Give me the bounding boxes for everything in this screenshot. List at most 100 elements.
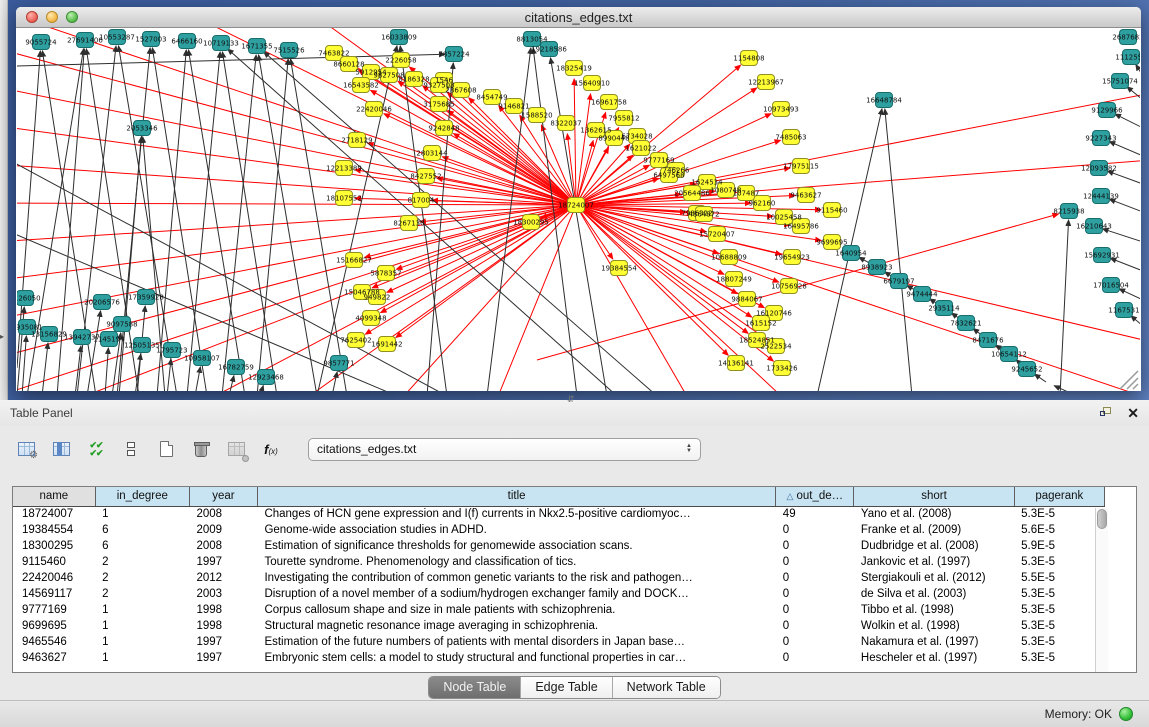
graph-edge[interactable] bbox=[42, 343, 48, 391]
graph-edge[interactable] bbox=[1060, 220, 1069, 391]
graph-edge[interactable] bbox=[187, 52, 220, 391]
column-header-pagerank[interactable]: pagerank bbox=[1014, 487, 1104, 506]
graph-edge[interactable] bbox=[1103, 229, 1140, 242]
graph-edge[interactable] bbox=[260, 386, 263, 391]
network-table-select[interactable]: citations_edges.txt ▲▼ bbox=[308, 438, 701, 461]
table-tab-bar: Node TableEdge TableNetwork Table bbox=[0, 676, 1149, 699]
graph-edge[interactable] bbox=[222, 52, 277, 391]
minimize-window-button[interactable] bbox=[46, 11, 58, 23]
table-cell: Tibbo et al. (1998) bbox=[854, 602, 1014, 618]
graph-edge[interactable] bbox=[195, 367, 200, 391]
table-cell: 5.3E-5 bbox=[1014, 586, 1104, 602]
graph-edge[interactable] bbox=[332, 372, 337, 391]
table-cell: Wolkin et al. (1998) bbox=[854, 618, 1014, 634]
graph-edge[interactable] bbox=[1115, 114, 1140, 128]
graph-edge[interactable] bbox=[576, 205, 728, 355]
graph-edge[interactable] bbox=[1109, 142, 1140, 156]
graph-node-label: 1621022 bbox=[625, 145, 656, 153]
graph-edge[interactable] bbox=[17, 54, 445, 66]
column-header-title[interactable]: title bbox=[257, 487, 775, 506]
tab-edge-table[interactable]: Edge Table bbox=[521, 677, 612, 698]
graph-edge[interactable] bbox=[1109, 199, 1140, 212]
column-header-short[interactable]: short bbox=[854, 487, 1014, 506]
graph-node-label: 18107552 bbox=[326, 195, 362, 203]
graph-edge[interactable] bbox=[105, 348, 108, 391]
graph-edge[interactable] bbox=[1054, 386, 1077, 391]
table-scrollbar[interactable] bbox=[1095, 508, 1108, 672]
window-resize-grip[interactable] bbox=[1120, 371, 1138, 389]
graph-edge[interactable] bbox=[188, 50, 245, 391]
table-cell: Jankovic et al. (1997) bbox=[854, 554, 1014, 570]
scrollbar-thumb[interactable] bbox=[1097, 509, 1107, 529]
graph-edge[interactable] bbox=[576, 205, 1140, 391]
table-cell: Dudbridge et al. (2008) bbox=[854, 538, 1014, 554]
graph-node-label: 15640910 bbox=[574, 80, 610, 88]
table-mode-button[interactable]: ⚙ bbox=[14, 437, 38, 461]
graph-edge[interactable] bbox=[222, 55, 256, 391]
graph-node-label: 17359928 bbox=[128, 294, 164, 302]
column-header-out_de[interactable]: △out_de… bbox=[776, 487, 854, 506]
graph-edge[interactable] bbox=[576, 94, 591, 205]
graph-node-label: 16782759 bbox=[218, 364, 254, 372]
column-header-in_degree[interactable]: in_degree bbox=[95, 487, 189, 506]
graph-edge[interactable] bbox=[885, 109, 912, 391]
graph-edge[interactable] bbox=[1127, 87, 1140, 100]
table-row[interactable]: 2242004622012Investigating the contribut… bbox=[13, 570, 1105, 586]
graph-edge[interactable] bbox=[576, 205, 1140, 348]
network-window-titlebar[interactable]: citations_edges.txt bbox=[16, 7, 1141, 28]
graph-edge[interactable] bbox=[157, 50, 186, 391]
table-cell: 1 bbox=[95, 506, 189, 522]
column-header-name[interactable]: name bbox=[13, 487, 95, 506]
table-cell: Yano et al. (2008) bbox=[854, 506, 1014, 522]
delete-column-button[interactable] bbox=[189, 437, 213, 461]
table-row[interactable]: 977716911998Corpus callosum shape and si… bbox=[13, 602, 1105, 618]
table-row[interactable]: 911546021997Tourette syndrome. Phenomeno… bbox=[13, 554, 1105, 570]
control-panel-collapsed-strip[interactable]: ▸ bbox=[0, 0, 8, 400]
graph-edge[interactable] bbox=[1131, 316, 1140, 326]
network-canvas[interactable]: 1872400790557242769140610553287152700364… bbox=[17, 28, 1140, 391]
graph-node-label: 17016504 bbox=[1093, 282, 1129, 290]
graph-edge[interactable] bbox=[365, 205, 576, 257]
function-builder-button[interactable]: f(x) bbox=[259, 437, 283, 461]
graph-edge[interactable] bbox=[22, 336, 26, 391]
graph-edge[interactable] bbox=[1119, 289, 1140, 300]
close-window-button[interactable] bbox=[26, 11, 38, 23]
graph-node-label: 1527003 bbox=[135, 36, 166, 44]
graph-edge[interactable] bbox=[1034, 374, 1046, 382]
table-cell: 5.3E-5 bbox=[1014, 554, 1104, 570]
citation-network-graph[interactable]: 1872400790557242769140610553287152700364… bbox=[17, 28, 1140, 391]
memory-status-dot bbox=[1119, 707, 1133, 721]
table-cell: 2 bbox=[95, 554, 189, 570]
graph-edge[interactable] bbox=[17, 203, 576, 205]
graph-edge[interactable] bbox=[1136, 65, 1140, 76]
graph-edge[interactable] bbox=[574, 79, 576, 205]
table-row[interactable]: 946554611997Estimation of the future num… bbox=[13, 634, 1105, 650]
float-panel-icon[interactable] bbox=[1100, 407, 1113, 419]
table-row[interactable]: 1830029562008Estimation of significance … bbox=[13, 538, 1105, 554]
table-row[interactable]: 969969511998Structural magnetic resonanc… bbox=[13, 618, 1105, 634]
column-visibility-button[interactable] bbox=[49, 437, 73, 461]
table-row[interactable]: 1872400712008Changes of HCN gene express… bbox=[13, 506, 1105, 522]
disabled-table-icon bbox=[228, 442, 245, 456]
graph-edge[interactable] bbox=[576, 88, 1140, 205]
zoom-window-button[interactable] bbox=[66, 11, 78, 23]
graph-node-label: 10756928 bbox=[771, 283, 807, 291]
table-row[interactable]: 1456911722003Disruption of a novel membe… bbox=[13, 586, 1105, 602]
table-cell: 22420046 bbox=[13, 570, 95, 586]
table-cell: Estimation of significance thresholds fo… bbox=[257, 538, 775, 554]
tab-network-table[interactable]: Network Table bbox=[613, 677, 720, 698]
graph-edge[interactable] bbox=[1110, 258, 1140, 271]
graph-edge[interactable] bbox=[1107, 171, 1140, 184]
close-panel-icon[interactable]: ✕ bbox=[1127, 406, 1139, 420]
column-header-year[interactable]: year bbox=[189, 487, 257, 506]
table-row[interactable]: 1938455462009Genome-wide association stu… bbox=[13, 522, 1105, 538]
select-all-columns-button[interactable]: ✔✔✔✔ bbox=[84, 437, 108, 461]
panel-expand-arrow-icon[interactable]: ▸ bbox=[0, 332, 4, 341]
create-column-button[interactable] bbox=[154, 437, 178, 461]
table-row[interactable]: 946362711997Embryonic stem cells: a mode… bbox=[13, 650, 1105, 666]
row-height-button[interactable] bbox=[119, 437, 143, 461]
table-cell: 5.3E-5 bbox=[1014, 602, 1104, 618]
graph-edge[interactable] bbox=[576, 205, 717, 391]
graph-node-label: 1362615 bbox=[580, 127, 611, 135]
tab-node-table[interactable]: Node Table bbox=[429, 677, 521, 698]
